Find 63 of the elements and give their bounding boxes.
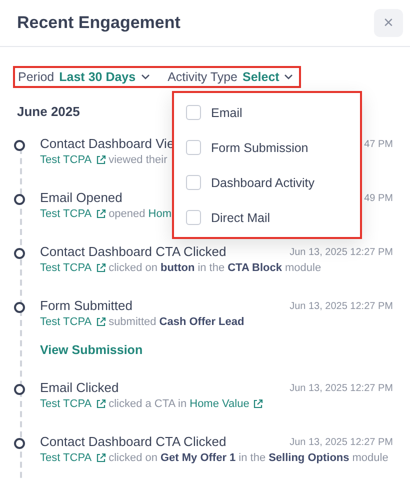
chevron-down-icon [284, 74, 294, 80]
contact-link[interactable]: Test TCPA [40, 262, 106, 274]
description-item: CTA Block [228, 262, 282, 274]
external-link-icon [96, 209, 106, 219]
event-time: 47 PM [364, 138, 393, 150]
option-label[interactable]: Direct Mail [211, 210, 270, 224]
option-label[interactable]: Email [211, 106, 242, 120]
checkbox[interactable] [186, 210, 201, 225]
filter-dropdown[interactable]: Period Last 30 Days [18, 70, 150, 84]
description-text: module [352, 452, 388, 464]
contact-link[interactable]: Home Value [190, 398, 264, 410]
timeline-dot [14, 248, 25, 259]
timeline-dot [14, 438, 25, 449]
timeline-dot [14, 302, 25, 313]
description-item: button [160, 262, 195, 274]
contact-link[interactable]: Test TCPA [40, 452, 106, 464]
external-link-icon [96, 453, 106, 463]
description-text: opened [108, 208, 146, 220]
close-button[interactable]: × [374, 9, 403, 37]
event-title: Contact Dashboard CTA Clicked [40, 434, 226, 449]
event-time: Jun 13, 2025 12:27 PM [290, 246, 393, 258]
description-item: Selling Options [268, 452, 350, 464]
external-link-icon [96, 399, 106, 409]
option-label[interactable]: Form Submission [211, 140, 308, 154]
event-time: Jun 13, 2025 12:27 PM [290, 300, 393, 312]
contact-link[interactable]: Test TCPA [40, 316, 106, 328]
description-text: clicked a CTA in [108, 398, 187, 410]
external-link-icon [96, 317, 106, 327]
checkbox[interactable] [186, 140, 201, 155]
contact-link[interactable]: Test TCPA [40, 398, 106, 410]
event-time: Jun 13, 2025 12:27 PM [290, 382, 393, 394]
event-time: Jun 13, 2025 12:27 PM [290, 436, 393, 448]
description-item: Get My Offer 1 [160, 452, 236, 464]
description-text: in the [238, 452, 266, 464]
external-link-icon [253, 399, 264, 409]
event-title: Contact Dashboard CTA Clicked [40, 244, 226, 259]
event-title: Email Clicked [40, 380, 119, 395]
event-title: Form Submitted [40, 298, 132, 313]
description-text: clicked on [108, 262, 158, 274]
description-text: submitted [108, 316, 156, 328]
checkbox[interactable] [186, 175, 201, 190]
description-item: Cash Offer Lead [159, 316, 244, 328]
timeline-dot [14, 194, 25, 205]
event-time: 49 PM [364, 192, 393, 204]
view-submission-link[interactable]: View Submission [40, 343, 143, 357]
external-link-icon [96, 263, 106, 273]
email-link[interactable]: Hom [148, 208, 172, 220]
panel-title: Recent Engagement [17, 13, 180, 33]
contact-link[interactable]: Test TCPA [40, 208, 106, 220]
option-label[interactable]: Dashboard Activity [211, 176, 315, 190]
description-text: viewed their [108, 154, 168, 166]
timeline-dot [14, 140, 25, 151]
event-title: Email Opened [40, 190, 122, 205]
filter-dropdown[interactable]: Activity Type Select [168, 70, 294, 84]
month-heading: June 2025 [17, 104, 80, 119]
description-text: in the [198, 262, 225, 274]
chevron-down-icon [140, 74, 150, 80]
external-link-icon [96, 155, 106, 165]
description-text: clicked on [108, 452, 158, 464]
checkbox[interactable] [186, 105, 201, 120]
contact-link[interactable]: Test TCPA [40, 154, 106, 166]
timeline-dot [14, 384, 25, 395]
description-text: module [285, 262, 322, 274]
